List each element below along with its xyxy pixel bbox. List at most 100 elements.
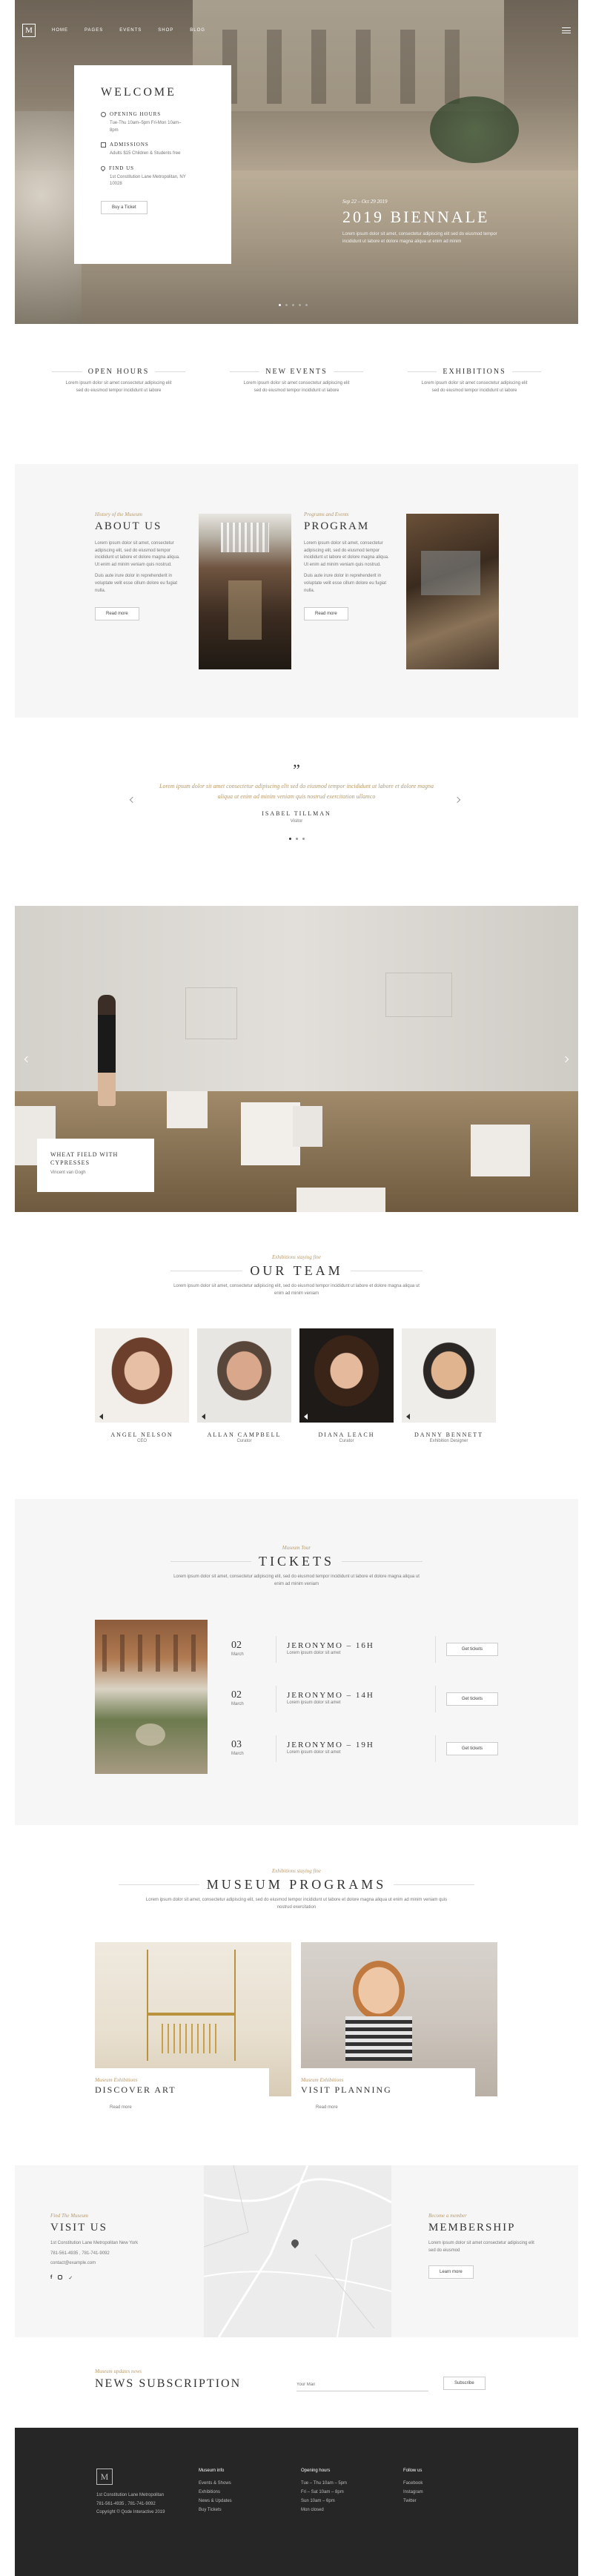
find-us-label: FIND US [109,165,135,171]
membership-label: Become a member [428,2213,467,2219]
slider-dot[interactable] [288,837,291,840]
nav-item-home[interactable]: HOME [52,28,68,33]
welcome-title: WELCOME [101,86,176,99]
opening-hours-block: OPENING HOURS Tue-Thu 10am–5pm Fri-Mon 1… [101,111,231,134]
newsletter-label: Museum updates news [95,2368,142,2374]
get-tickets-button[interactable]: Get tickets [446,1742,498,1755]
footer-address: 1st Constitution Lane Metropolitan [96,2493,165,2497]
team-member[interactable]: ANGEL NELSON CEO [95,1328,189,1446]
twitter-icon[interactable]: ✓ [68,2275,73,2281]
ticket-day: 02 [231,1640,242,1652]
ticket-row: 03 March JERONYMO – 19H Lorem ipsum dolo… [231,1734,498,1764]
footer-hours-line: Fri – Sat 10am – 8pm [301,2490,344,2494]
about-read-more-button[interactable]: Read more [95,607,139,621]
tickets-title: TICKETS [259,1554,334,1569]
ticket-day: 02 [231,1689,242,1701]
program-card-link[interactable]: Read more [316,2105,475,2112]
ticket-row: 02 March JERONYMO – 16H Lorem ipsum dolo… [231,1635,498,1664]
main-nav: HOME PAGES EVENTS SHOP BLOG [52,28,205,33]
visit-label: Find The Museum [50,2213,88,2219]
ticket-month: March [231,1702,244,1707]
team-member-photo [197,1328,291,1423]
slider-dot[interactable] [292,304,294,306]
program-card-link[interactable]: Read more [110,2105,269,2112]
team-member[interactable]: ALLAN CAMPBELL Curator [197,1328,291,1446]
ticket-month: March [231,1652,244,1658]
hero-columns [222,30,474,104]
testimonial-section: ” Lorem ipsum dolor sit amet consectetur… [126,762,467,840]
nav-item-shop[interactable]: SHOP [158,28,173,33]
find-us-block: FIND US 1st Constitution Lane Metropolit… [99,165,231,188]
slider-dot[interactable] [299,304,301,306]
map[interactable] [204,2165,391,2337]
slider-dot[interactable] [305,304,308,306]
share-icon[interactable] [304,1414,308,1420]
info-text: Lorem ipsum dolor sit amet consectetur a… [243,381,350,393]
get-tickets-button[interactable]: Get tickets [446,1643,498,1656]
slider-dot[interactable] [302,837,305,840]
team-member-role: Exhibition Designer [429,1439,468,1443]
share-icon[interactable] [406,1414,410,1420]
info-text: Lorem ipsum dolor sit amet consectetur a… [421,381,528,393]
program-card[interactable]: Museum Exhibitions DISCOVER ART Read mor… [95,1942,291,2112]
program-text-2: Duis aute irure dolor in reprehenderit i… [304,574,387,593]
hamburger-icon[interactable] [562,27,571,33]
event-title: 2019 BIENNALE [342,208,490,226]
program-card-title: DISCOVER ART [95,2085,176,2095]
ticket-month: March [231,1752,244,1757]
visit-email[interactable]: contact@example.com [50,2260,162,2268]
footer-hours-line: Mon closed [301,2508,324,2512]
team-member-name: DIANA LEACH [318,1431,375,1438]
program-text: Lorem ipsum dolor sit amet, consectetur … [304,541,389,567]
membership-learn-more-button[interactable]: Learn more [428,2265,474,2279]
team-title: OUR TEAM [250,1263,343,1278]
footer-social-link[interactable]: Instagram [403,2488,477,2497]
share-icon[interactable] [99,1414,103,1420]
footer-link[interactable]: Events & Shows [199,2479,280,2488]
footer-logo[interactable]: M [96,2469,113,2485]
nav-item-blog[interactable]: BLOG [190,28,205,33]
program-image [406,514,499,669]
membership-title: MEMBERSHIP [428,2222,516,2234]
team-member-role: Curator [339,1439,354,1443]
testimonial-author: ISABEL TILLMAN [262,810,331,818]
footer-col-opening-hours: Opening hours Tue – Thu 10am – 5pm Fri –… [301,2469,390,2514]
hero-slider-dots [279,304,308,306]
tickets-text: Lorem ipsum dolor sit amet, consectetur … [173,1575,420,1586]
program-card-label: Museum Exhibitions [95,2077,138,2083]
program-card-caption: Museum Exhibitions DISCOVER ART Read mor… [95,2068,269,2112]
opening-hours-text: Tue-Thu 10am–5pm Fri-Mon 10am–8pm [110,121,182,133]
visit-phone: 781-561-4935 , 781-741-9092 [50,2251,110,2256]
buy-ticket-button[interactable]: Buy a Ticket [101,200,148,214]
slider-dot[interactable] [285,304,288,306]
nav-item-pages[interactable]: PAGES [85,28,103,33]
quote-icon: ” [293,761,300,779]
program-card[interactable]: Museum Exhibitions VISIT PLANNING Read m… [301,1942,497,2112]
team-member[interactable]: DANNY BENNETT Exhibition Designer [402,1328,496,1446]
program-read-more-button[interactable]: Read more [304,607,348,621]
clock-icon [101,111,106,117]
subscribe-button[interactable]: Subscribe [443,2377,486,2390]
slider-dot[interactable] [279,304,281,306]
newsletter-block: Museum updates news NEWS SUBSCRIPTION [95,2368,280,2391]
footer-link[interactable]: Exhibitions [199,2488,280,2497]
testimonial-dots [126,837,467,840]
slider-dot[interactable] [295,837,298,840]
footer-link[interactable]: News & Updates [199,2497,280,2506]
footer-col-title: Opening hours [301,2469,331,2473]
nav-item-events[interactable]: EVENTS [119,28,142,33]
get-tickets-button[interactable]: Get tickets [446,1692,498,1706]
sculpture-block [293,1106,322,1147]
info-open-hours: OPEN HOURS Lorem ipsum dolor sit amet co… [52,368,186,394]
about-text-2: Duis aute irure dolor in reprehenderit i… [95,574,178,593]
footer-social-link[interactable]: Facebook [403,2479,477,2488]
about-label: History of the Museum [95,511,142,517]
share-icon[interactable] [202,1414,205,1420]
facebook-icon[interactable]: f [50,2275,52,2281]
team-member[interactable]: DIANA LEACH Curator [299,1328,394,1446]
footer-link[interactable]: Buy Tickets [199,2506,280,2514]
footer-social-link[interactable]: Twitter [403,2497,477,2506]
logo[interactable]: M [22,24,36,37]
instagram-icon[interactable] [58,2274,63,2279]
newsletter-email-input[interactable] [296,2378,428,2391]
